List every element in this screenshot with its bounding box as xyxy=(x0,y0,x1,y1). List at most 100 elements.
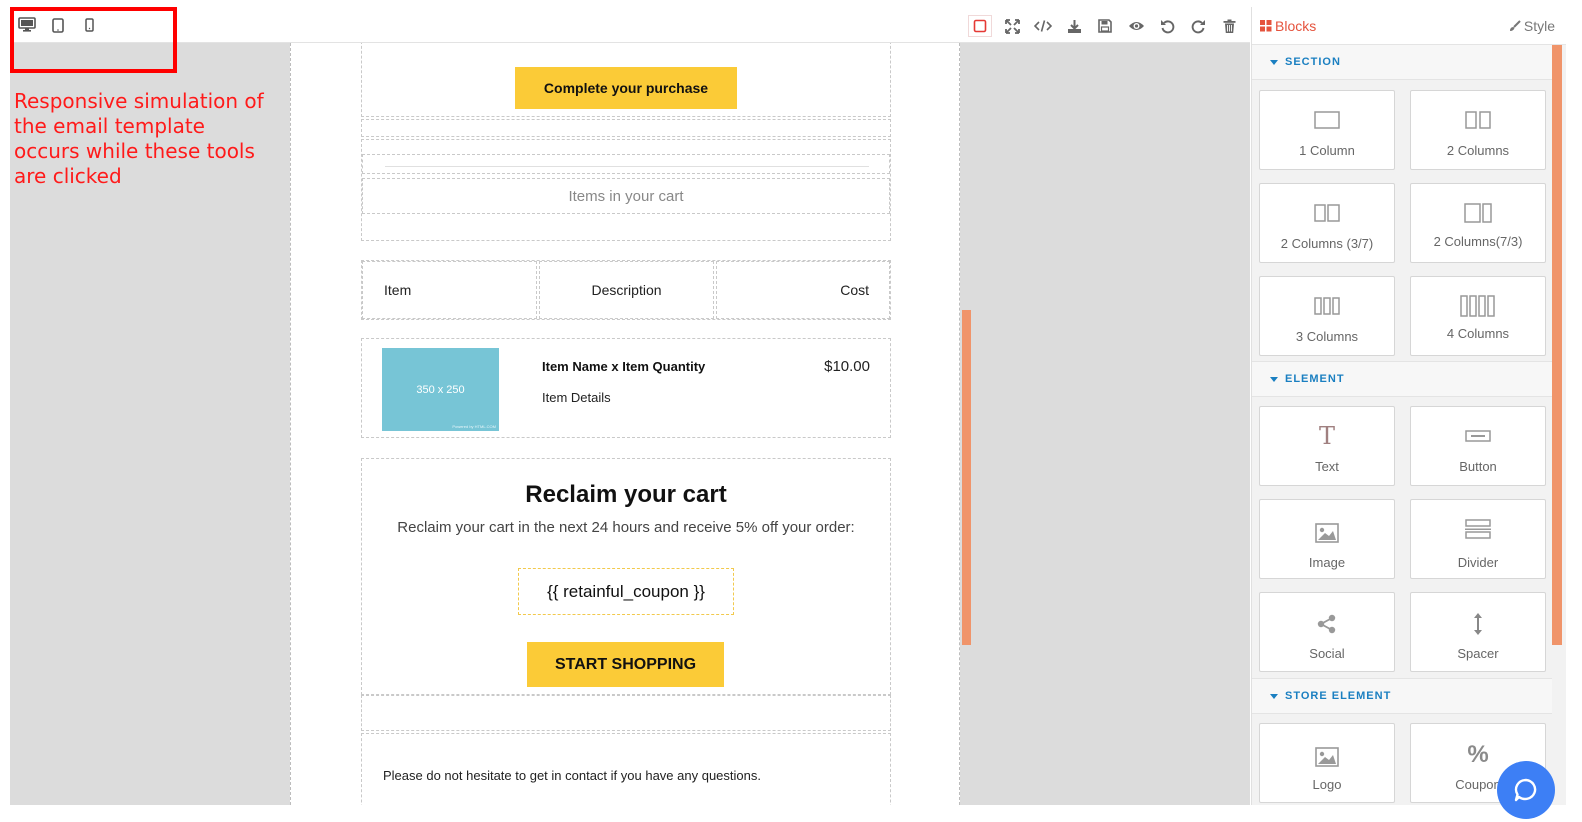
header-cost[interactable]: Cost xyxy=(716,261,890,319)
chat-bubble-icon xyxy=(1514,778,1537,802)
block-image[interactable]: Image xyxy=(1259,499,1395,579)
block-spacer[interactable]: Spacer xyxy=(1410,592,1546,672)
block-1-column[interactable]: 1 Column xyxy=(1259,90,1395,170)
block-button[interactable]: Button xyxy=(1410,406,1546,486)
block-label: Logo xyxy=(1312,777,1342,792)
panel-scrollbar[interactable] xyxy=(1552,45,1562,645)
coupon-code-box[interactable]: {{ retainful_coupon }} xyxy=(518,568,734,615)
block-3-columns[interactable]: 3 Columns xyxy=(1259,276,1395,356)
help-chat-button[interactable] xyxy=(1497,761,1555,819)
divider-block[interactable] xyxy=(362,154,890,174)
section-category-title: SECTION xyxy=(1285,56,1341,68)
text-icon: T xyxy=(1318,422,1335,450)
element-category-header[interactable]: ELEMENT xyxy=(1252,361,1552,397)
annotation-highlight-box xyxy=(10,7,177,73)
block-label: Image xyxy=(1308,555,1346,570)
tab-style-label: Style xyxy=(1523,18,1555,34)
footer-text[interactable]: Please do not hesitate to get in contact… xyxy=(383,768,761,783)
spacer-section-2[interactable] xyxy=(361,695,891,731)
border-toggle-icon xyxy=(973,19,987,33)
block-2-columns-73[interactable]: 2 Columns(7/3) xyxy=(1410,183,1546,263)
item-details[interactable]: Item Details xyxy=(542,390,611,405)
footer-section[interactable]: Please do not hesitate to get in contact… xyxy=(361,733,891,805)
cart-heading[interactable]: Items in your cart xyxy=(362,178,890,214)
canvas-scrollbar[interactable] xyxy=(962,310,971,645)
block-4-columns[interactable]: 4 Columns xyxy=(1410,276,1546,356)
item-price[interactable]: $10.00 xyxy=(824,358,870,375)
preview-icon xyxy=(1128,22,1144,30)
block-2-columns-37[interactable]: 2 Columns (3/7) xyxy=(1259,183,1395,263)
image-icon xyxy=(1315,523,1339,543)
complete-purchase-button[interactable]: Complete your purchase xyxy=(515,67,737,109)
block-divider[interactable]: Divider xyxy=(1410,499,1546,579)
reclaim-title[interactable]: Reclaim your cart xyxy=(362,481,890,509)
store-element-category-header[interactable]: STORE ELEMENT xyxy=(1252,678,1552,714)
block-label: Social xyxy=(1309,646,1345,661)
item-name[interactable]: Item Name x Item Quantity xyxy=(542,359,705,374)
reclaim-text[interactable]: Reclaim your cart in the next 24 hours a… xyxy=(362,519,890,536)
two-columns-icon xyxy=(1465,111,1491,129)
cart-heading-section[interactable]: Items in your cart xyxy=(361,139,891,241)
tab-blocks-label: Blocks xyxy=(1275,18,1317,34)
email-preview-frame[interactable]: Complete your purchase Items in your car… xyxy=(290,43,960,805)
undo-icon xyxy=(1160,19,1174,33)
percent-icon: % xyxy=(1467,741,1489,768)
image-size-label: 350 x 250 xyxy=(416,383,465,396)
toggle-borders-button[interactable] xyxy=(968,15,992,37)
save-button[interactable] xyxy=(1093,15,1117,37)
two-columns-37-icon xyxy=(1314,204,1340,222)
block-label: Spacer xyxy=(1457,646,1499,661)
save-icon xyxy=(1098,19,1112,33)
redo-button[interactable] xyxy=(1186,15,1210,37)
start-shopping-button[interactable]: START SHOPPING xyxy=(527,642,724,687)
button-icon xyxy=(1465,430,1491,442)
fullscreen-button[interactable] xyxy=(1000,15,1024,37)
block-label: 4 Columns xyxy=(1446,326,1510,341)
element-category-title: ELEMENT xyxy=(1285,373,1345,385)
image-credit: Powered by HTML.COM xyxy=(452,424,496,429)
spacer-section[interactable] xyxy=(361,119,891,137)
block-label: 2 Columns xyxy=(1446,143,1510,158)
logo-image-icon xyxy=(1315,747,1339,767)
header-description[interactable]: Description xyxy=(539,261,714,319)
caret-down-icon xyxy=(1270,376,1278,382)
divider-icon xyxy=(1465,519,1491,539)
section-category-header[interactable]: SECTION xyxy=(1252,44,1552,80)
one-column-icon xyxy=(1314,111,1340,129)
panel-header: Blocks Style xyxy=(1252,7,1566,45)
view-code-button[interactable] xyxy=(1031,15,1055,37)
four-columns-icon xyxy=(1460,295,1495,317)
preview-button[interactable] xyxy=(1124,15,1148,37)
brush-icon xyxy=(1509,20,1521,31)
purchase-section[interactable]: Complete your purchase xyxy=(361,43,891,117)
caret-down-icon xyxy=(1270,693,1278,699)
top-toolbar xyxy=(10,7,1250,43)
block-label: Divider xyxy=(1457,555,1499,570)
block-social[interactable]: Social xyxy=(1259,592,1395,672)
email-builder-app: Complete your purchase Items in your car… xyxy=(0,0,1582,822)
annotation-text: Responsive simulation of the email templ… xyxy=(14,89,264,188)
block-logo[interactable]: Logo xyxy=(1259,723,1395,803)
trash-icon xyxy=(1223,19,1235,33)
header-item[interactable]: Item xyxy=(362,261,537,319)
caret-down-icon xyxy=(1270,59,1278,65)
three-columns-icon xyxy=(1314,297,1340,315)
block-text[interactable]: T Text xyxy=(1259,406,1395,486)
block-2-columns[interactable]: 2 Columns xyxy=(1410,90,1546,170)
undo-button[interactable] xyxy=(1155,15,1179,37)
clear-canvas-button[interactable] xyxy=(1217,15,1241,37)
tab-style[interactable]: Style xyxy=(1509,18,1555,34)
divider-line xyxy=(385,166,869,167)
fullscreen-icon xyxy=(1004,18,1020,34)
product-image-placeholder[interactable]: 350 x 250 Powered by HTML.COM xyxy=(382,348,499,431)
blocks-panel: Blocks Style SECTION 1 Column 2 Columns … xyxy=(1251,7,1566,805)
store-element-category-title: STORE ELEMENT xyxy=(1285,690,1392,702)
cart-item-row[interactable]: 350 x 250 Powered by HTML.COM Item Name … xyxy=(361,338,891,438)
block-label: Text xyxy=(1315,459,1339,474)
redo-icon xyxy=(1191,19,1205,33)
tab-blocks[interactable]: Blocks xyxy=(1260,18,1316,34)
reclaim-section[interactable]: Reclaim your cart Reclaim your cart in t… xyxy=(361,458,891,695)
two-columns-73-icon xyxy=(1464,203,1492,223)
download-button[interactable] xyxy=(1062,15,1086,37)
cart-table-header[interactable]: Item Description Cost xyxy=(361,260,891,320)
